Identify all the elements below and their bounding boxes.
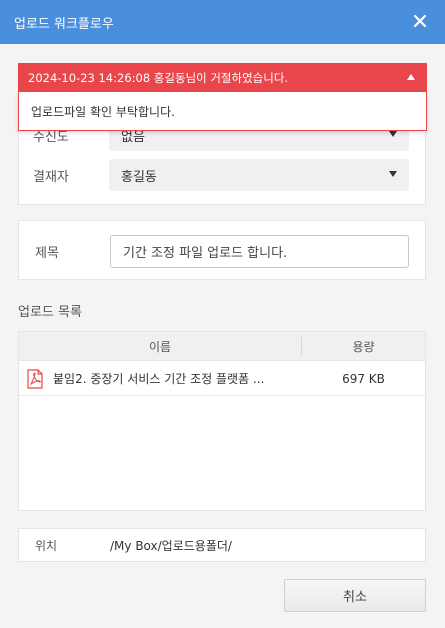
approver-select[interactable]: 홍길동 bbox=[109, 159, 409, 191]
file-name: 붙임2. 중장기 서비스 기간 조정 플랫폼 ... bbox=[53, 372, 265, 386]
location-panel: 위치 /My Box/업로드용폴더/ bbox=[18, 528, 426, 562]
close-icon bbox=[414, 15, 426, 27]
collapse-icon[interactable] bbox=[407, 74, 415, 80]
cancel-button[interactable]: 취소 bbox=[284, 579, 426, 612]
alert-body: 업로드파일 확인 부탁합니다. bbox=[18, 92, 427, 131]
approver-label: 결재자 bbox=[33, 169, 69, 185]
table-row[interactable]: 붙임2. 중장기 서비스 기간 조정 플랫폼 ... 697 KB bbox=[19, 362, 425, 396]
pdf-file-icon bbox=[27, 369, 43, 389]
close-button[interactable] bbox=[409, 10, 431, 32]
subject-label: 제목 bbox=[35, 246, 59, 261]
location-label: 위치 bbox=[35, 539, 58, 553]
location-path: /My Box/업로드용폴더/ bbox=[110, 539, 232, 553]
table-header: 이름 용량 bbox=[19, 332, 425, 361]
alert-header[interactable]: 2024-10-23 14:26:08 홍길동님이 거절하였습니다. bbox=[18, 63, 427, 92]
chevron-down-icon bbox=[389, 131, 397, 137]
subject-input[interactable]: 기간 조정 파일 업로드 합니다. bbox=[110, 235, 409, 268]
alert-header-text: 2024-10-23 14:26:08 홍길동님이 거절하였습니다. bbox=[28, 70, 289, 85]
alert-message: 업로드파일 확인 부탁합니다. bbox=[31, 104, 175, 119]
chevron-down-icon bbox=[389, 171, 397, 177]
column-header-name[interactable]: 이름 bbox=[19, 332, 301, 361]
column-header-size[interactable]: 용량 bbox=[302, 332, 425, 361]
file-size: 697 KB bbox=[342, 372, 385, 386]
upload-list-title: 업로드 목록 bbox=[18, 305, 82, 320]
window-title: 업로드 워크플로우 bbox=[14, 16, 114, 32]
subject-panel: 제목 기간 조정 파일 업로드 합니다. bbox=[18, 220, 426, 280]
title-bar: 업로드 워크플로우 bbox=[0, 0, 445, 44]
upload-file-table: 이름 용량 붙임2. 중장기 서비스 기간 조정 플랫폼 ... 697 KB bbox=[18, 331, 426, 511]
approver-row: 결재자 홍길동 bbox=[33, 159, 409, 191]
subject-value: 기간 조정 파일 업로드 합니다. bbox=[123, 246, 288, 261]
approver-value: 홍길동 bbox=[121, 169, 157, 185]
rejection-alert: 2024-10-23 14:26:08 홍길동님이 거절하였습니다. 업로드파일… bbox=[18, 63, 427, 131]
